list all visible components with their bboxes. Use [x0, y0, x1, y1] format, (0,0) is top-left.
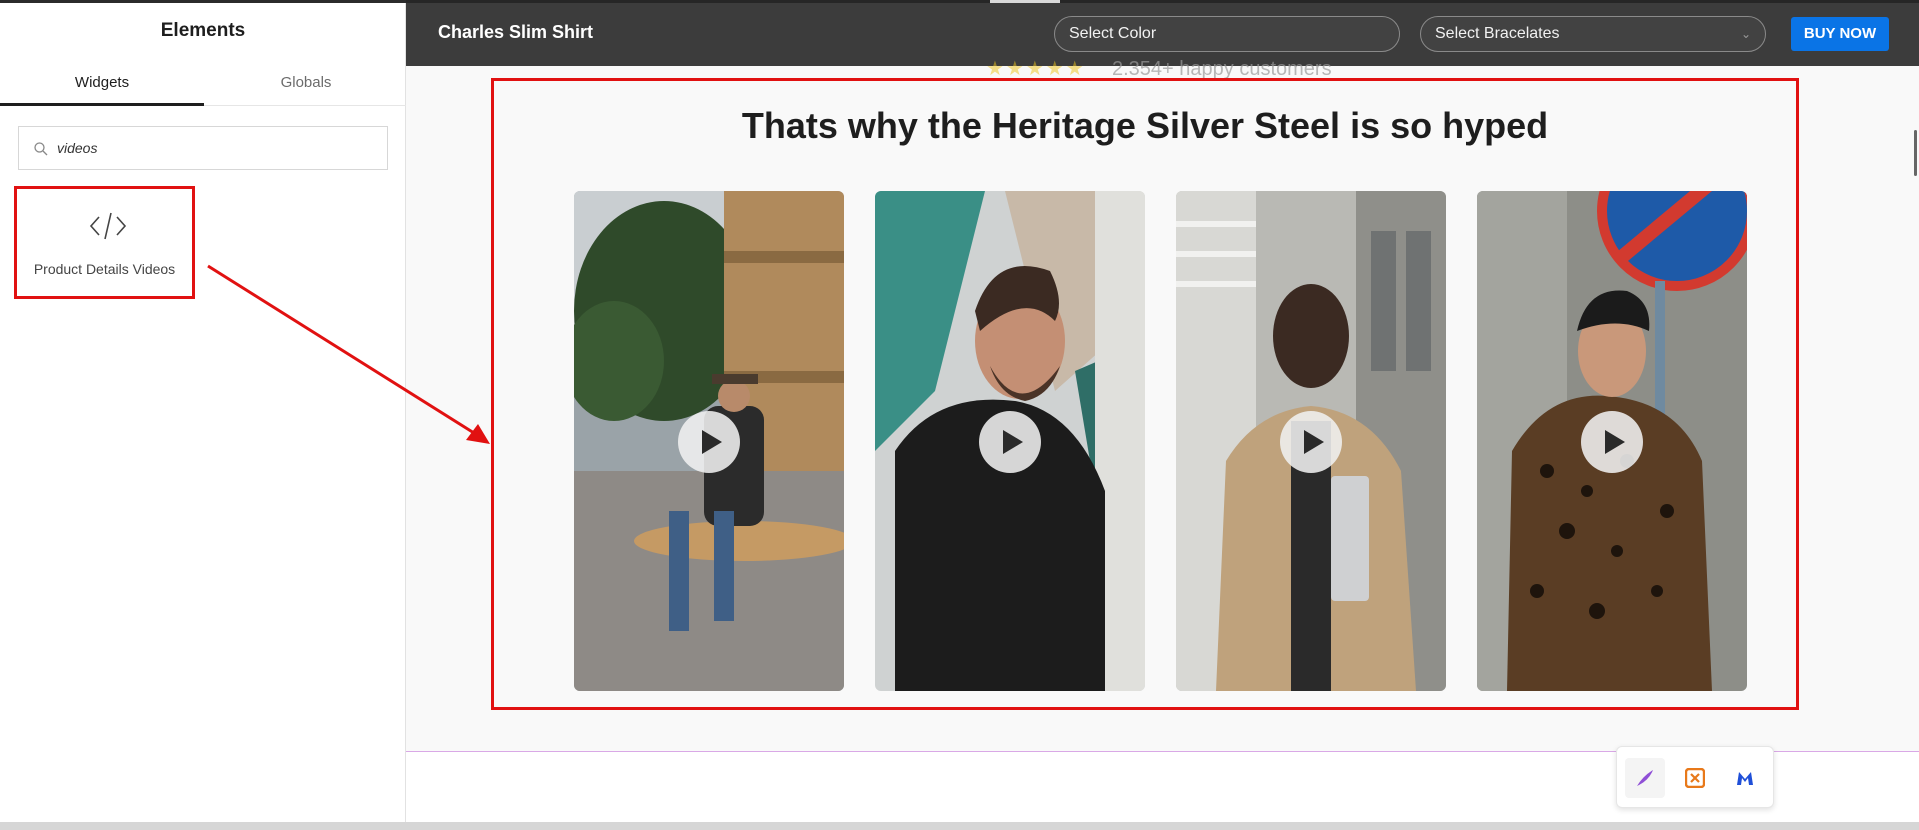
- widget-label: Product Details Videos: [33, 261, 176, 277]
- video-card[interactable]: [875, 191, 1145, 691]
- videos-section[interactable]: Thats why the Heritage Silver Steel is s…: [491, 78, 1799, 710]
- video-card[interactable]: [1176, 191, 1446, 691]
- widget-search-box[interactable]: [18, 126, 388, 170]
- section-heading: Thats why the Heritage Silver Steel is s…: [741, 105, 1549, 146]
- video-card[interactable]: [574, 191, 844, 691]
- m-logo-icon: [1737, 772, 1753, 785]
- sticky-product-bar: Charles Slim Shirt Select Color Select B…: [406, 0, 1919, 66]
- xml-tool-button[interactable]: [1675, 758, 1715, 798]
- floating-toolbar: [1616, 746, 1774, 808]
- window-bottom-bar: [0, 822, 1919, 830]
- widget-product-details-videos[interactable]: Product Details Videos: [14, 186, 195, 299]
- buy-now-button[interactable]: BUY NOW: [1791, 17, 1889, 51]
- feather-icon: [1637, 770, 1653, 786]
- search-icon: [34, 142, 48, 156]
- video-card[interactable]: [1477, 191, 1747, 691]
- elements-panel: Elements Widgets Globals Product Details…: [0, 0, 406, 830]
- editor-canvas: ★★★★★ 2.354+ happy customers Thats why t…: [406, 58, 1919, 830]
- panel-title: Elements: [160, 20, 246, 41]
- search-input[interactable]: [57, 136, 377, 160]
- select-bracelet-dropdown[interactable]: Select Bracelates ⌄: [1420, 16, 1766, 52]
- select-color-dropdown[interactable]: Select Color: [1054, 16, 1400, 52]
- m-logo-tool-button[interactable]: [1725, 758, 1765, 798]
- panel-tabs: Widgets Globals: [0, 62, 406, 106]
- chevron-down-icon: ⌄: [1740, 27, 1751, 41]
- scrollbar-thumb[interactable]: [1914, 130, 1917, 176]
- play-button[interactable]: [979, 411, 1041, 473]
- play-button[interactable]: [1280, 411, 1342, 473]
- tab-globals[interactable]: Globals: [204, 62, 408, 106]
- play-button[interactable]: [1581, 411, 1643, 473]
- feather-tool-button[interactable]: [1625, 758, 1665, 798]
- tab-widgets[interactable]: Widgets: [0, 62, 204, 106]
- topbar-strip: [406, 0, 1919, 3]
- select-bracelet-label: Select Bracelates: [1435, 25, 1560, 42]
- select-color-label: Select Color: [1069, 25, 1157, 42]
- code-icon: [89, 212, 127, 240]
- play-button[interactable]: [678, 411, 740, 473]
- product-name: Charles Slim Shirt: [438, 22, 594, 42]
- xml-grid-icon: [1685, 768, 1705, 788]
- panel-top-line: [0, 0, 406, 3]
- topbar-strip-indicator: [990, 0, 1060, 3]
